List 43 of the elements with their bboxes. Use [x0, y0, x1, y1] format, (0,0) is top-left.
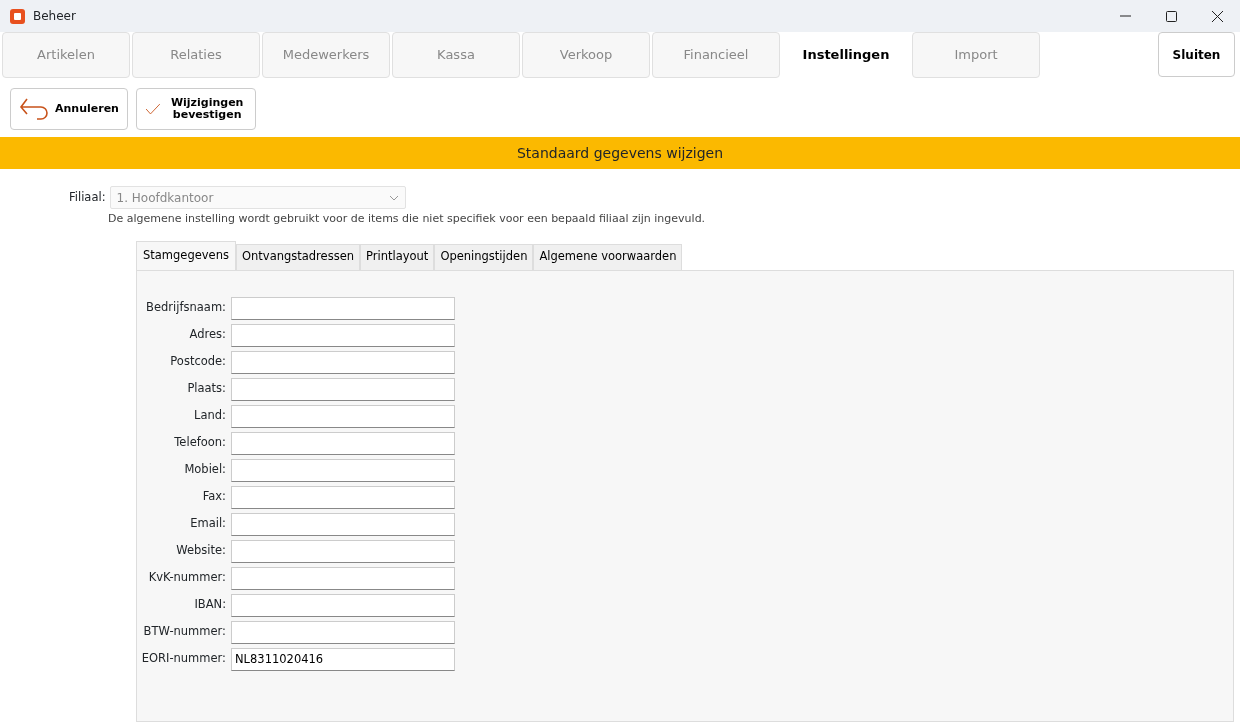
confirm-button[interactable]: Wijzigingen bevestigen — [135, 88, 256, 130]
field-label: Land: — [193, 407, 227, 425]
help-text: De algemene instelling wordt gebruikt voor de items die niet specifiek voor een bepaald filiaal zijn ingevuld. — [108, 211, 707, 227]
input-field[interactable] — [231, 512, 455, 536]
field-label: Website: — [175, 542, 227, 560]
field-label: KvK-nummer: — [147, 569, 227, 587]
field-label: Filiaal: — [69, 188, 106, 206]
input-field[interactable] — [231, 296, 455, 320]
tab[interactable]: Stamgegevens — [136, 240, 236, 270]
input-field[interactable] — [231, 485, 455, 509]
back-arrow-icon — [19, 97, 49, 121]
input-field[interactable] — [231, 323, 455, 347]
tab[interactable]: Algemene voorwaarden — [533, 243, 683, 270]
field-label: Fax: — [201, 488, 227, 506]
tab[interactable]: Printlayout — [360, 243, 435, 270]
tab[interactable]: Openingstijden — [434, 243, 534, 270]
section-banner: Standaard gegevens wijzigen — [0, 137, 1240, 169]
input-field[interactable] — [231, 620, 455, 644]
input-field[interactable] — [231, 539, 455, 563]
input-field[interactable] — [231, 458, 455, 482]
field-label: Mobiel: — [183, 461, 227, 479]
input-field[interactable] — [231, 350, 455, 374]
field-label: IBAN: — [193, 596, 227, 614]
field-label: Email: — [189, 515, 227, 533]
field-label: Postcode: — [169, 353, 227, 371]
window-title: Beheer — [33, 8, 76, 25]
input-field[interactable] — [231, 593, 455, 617]
field-label: Plaats: — [186, 380, 227, 398]
input-field[interactable] — [231, 431, 455, 455]
field-label: Bedrijfsnaam: — [145, 299, 227, 317]
app-logo-icon — [10, 8, 25, 24]
close-button[interactable]: Sluiten — [1158, 32, 1235, 77]
field-label: EORI-nummer: — [140, 650, 227, 668]
field-label: Adres: — [188, 326, 227, 344]
input-field[interactable] — [231, 404, 455, 428]
input-field[interactable] — [231, 566, 455, 590]
tab[interactable]: Ontvangstadressen — [236, 243, 361, 270]
chevron-icon — [388, 194, 399, 201]
input-field[interactable] — [231, 377, 455, 401]
input-field[interactable]: NL8311020416 — [231, 647, 455, 671]
cancel-button[interactable]: Annuleren — [10, 88, 128, 130]
field-label: BTW-nummer: — [142, 623, 227, 641]
field-label: Telefoon: — [173, 434, 227, 452]
